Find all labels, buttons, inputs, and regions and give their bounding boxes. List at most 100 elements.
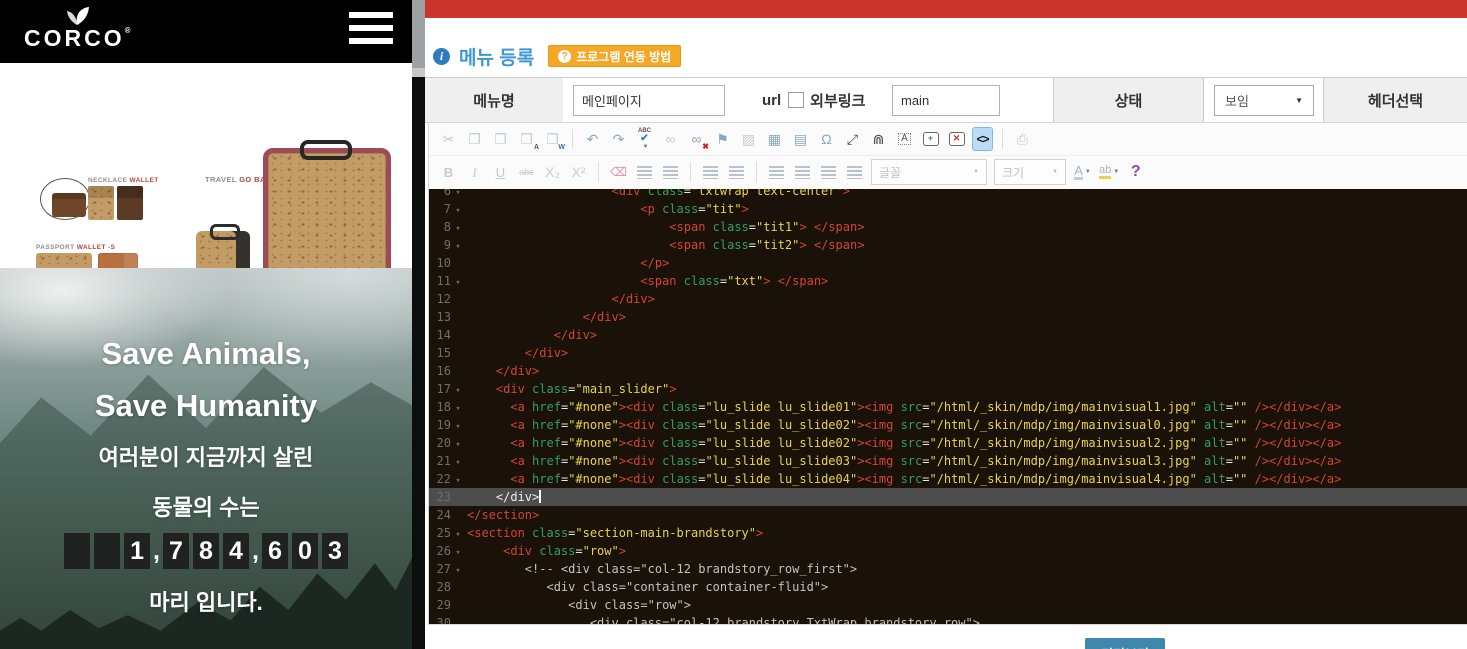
undo-icon[interactable]: ↶ [583,128,602,150]
special-char-icon[interactable]: Ω [817,128,836,150]
status-label: 상태 [1053,78,1204,122]
counter-digit: 0 [292,533,318,569]
delete-comment-icon[interactable]: ✕ [947,128,966,150]
table-icon[interactable]: ▦ [765,128,784,150]
passport-wallet-leather-image [98,253,138,268]
bold-icon[interactable]: B [439,161,458,183]
font-select[interactable]: 글꼴▼ [871,159,987,185]
admin-pane: i 메뉴 등록 ? 프로그램 연동 방법 메뉴명 url 외부링크 상태 [425,0,1467,649]
code-line-13: 13 </div> [429,308,1467,326]
preview-scrollbar[interactable] [412,0,425,649]
top-red-bar [425,0,1467,18]
text-color-icon[interactable]: A▼ [1073,161,1092,183]
align-justify-icon[interactable] [845,161,864,183]
code-line-23: 23 </div> [429,488,1467,506]
panel-header: i 메뉴 등록 ? 프로그램 연동 방법 [433,43,681,69]
remove-format-icon[interactable]: ⌫ [609,161,628,183]
source-button[interactable]: <> [973,128,992,150]
code-line-12: 12 </div> [429,290,1467,308]
link-icon[interactable]: ∞ [661,128,680,150]
site-preview-pane: CORCO® NECKLACE WALLET PASSPORT WALLET -… [0,0,412,649]
code-line-27: 27▾ <!-- <div class="col-12 brandstory_r… [429,560,1467,578]
url-input[interactable] [892,85,1000,116]
horizontal-rule-icon[interactable]: ▤ [791,128,810,150]
counter-digit: 7 [163,533,189,569]
counter-digit: 8 [193,533,219,569]
hero-subtitle-1: 여러분이 지금까지 살린 [0,440,412,472]
paste-text-icon[interactable]: ❒A [517,128,536,150]
unordered-list-icon[interactable] [661,161,680,183]
copy-icon[interactable]: ❐ [465,128,484,150]
hero-subtitle-2: 동물의 수는 [0,490,412,522]
subscript-icon[interactable]: X₂ [543,161,562,183]
counter-digit [94,533,120,569]
redo-icon[interactable]: ↷ [609,128,628,150]
scrollbar-thumb[interactable] [412,0,425,68]
brown-wallet-image [117,186,143,220]
preview-button[interactable]: 미리보기 [1085,638,1165,649]
brand-name: CORCO® [24,27,131,50]
superscript-icon[interactable]: X² [569,161,588,183]
source-code-area[interactable]: 6▾ <div class="txtwrap text-center">7▾ <… [429,189,1467,624]
code-line-14: 14 </div> [429,326,1467,344]
select-all-icon[interactable]: A [895,128,914,150]
scrollbar-track[interactable] [412,68,425,77]
maximize-icon[interactable]: ⤢ [843,128,862,150]
menu-name-input[interactable] [573,85,725,116]
paste-word-icon[interactable]: ❒W [543,128,562,150]
page-title: 메뉴 등록 [459,43,534,70]
find-icon[interactable]: ⋒ [869,128,888,150]
outdent-icon[interactable] [701,161,720,183]
site-header: CORCO® [0,0,412,63]
code-line-8: 8▾ <span class="tit1"> </span> [429,218,1467,236]
new-comment-icon[interactable]: + [921,128,940,150]
code-line-22: 22▾ <a href="#none"><div class="lu_slide… [429,470,1467,488]
anchor-flag-icon[interactable]: ⚑ [713,128,732,150]
editor-toolbar-row2: BIUabc X₂ X² ⌫ 글꼴▼ 크기▼ A▼ ab▼? [429,155,1467,188]
image-icon[interactable]: ▨ [739,128,758,150]
code-line-20: 20▾ <a href="#none"><div class="lu_slide… [429,434,1467,452]
align-right-icon[interactable] [819,161,838,183]
small-backpack-image [196,231,250,268]
size-select[interactable]: 크기▼ [994,159,1066,185]
cut-icon[interactable]: ✂ [439,128,458,150]
info-icon: i [433,48,450,65]
code-line-21: 21▾ <a href="#none"><div class="lu_slide… [429,452,1467,470]
spellcheck-icon[interactable]: ABC✔▼ [635,128,654,150]
strikethrough-icon[interactable]: abc [517,161,536,183]
counter-digit [64,533,90,569]
url-label: url [762,92,781,109]
corco-logo[interactable]: CORCO® [24,6,131,50]
program-link-help-button[interactable]: ? 프로그램 연동 방법 [548,45,681,67]
product-slider: NECKLACE WALLET PASSPORT WALLET -S TRAVE… [0,63,412,268]
code-line-7: 7▾ <p class="tit"> [429,200,1467,218]
code-line-18: 18▾ <a href="#none"><div class="lu_slide… [429,398,1467,416]
ordered-list-icon[interactable] [635,161,654,183]
animal-counter: 1,784,603 [0,533,412,569]
toolbar-divider [572,129,573,149]
print-icon[interactable]: ⎙ [1013,128,1032,150]
url-input-cell [888,78,1053,122]
status-select[interactable]: 보임 ▼ [1214,85,1314,116]
unlink-icon[interactable]: ∞✖ [687,128,706,150]
hamburger-menu-icon[interactable] [349,12,393,50]
underline-icon[interactable]: U [491,161,510,183]
external-link-label: 외부링크 [810,90,865,111]
indent-icon[interactable] [727,161,746,183]
align-center-icon[interactable] [793,161,812,183]
chevron-down-icon: ▼ [1295,96,1303,105]
paste-icon[interactable]: ❒ [491,128,510,150]
align-left-icon[interactable] [767,161,786,183]
counter-digit: 6 [262,533,288,569]
code-line-25: 25▾<section class="section-main-brandsto… [429,524,1467,542]
html-source-editor: ✂ ❐ ❒ ❒A ❒W ↶ ↷ ABC✔▼ ∞ ∞✖ ⚑ ▨ ▦ ▤ Ω ⤢ ⋒ A + ✕ <> ⎙ BIUabc X₂ X… [428,122,1467,625]
counter-digit: 4 [223,533,249,569]
external-link-checkbox[interactable] [788,92,804,108]
bg-color-icon[interactable]: ab▼ [1099,161,1119,183]
cork-wallet-image [88,186,114,220]
help-icon[interactable]: ? [1126,161,1145,183]
italic-icon[interactable]: I [465,161,484,183]
code-line-6: 6▾ <div class="txtwrap text-center"> [429,189,1467,200]
hero-section: Save Animals, Save Humanity 여러분이 지금까지 살린… [0,268,412,649]
code-line-11: 11▾ <span class="txt"> </span> [429,272,1467,290]
